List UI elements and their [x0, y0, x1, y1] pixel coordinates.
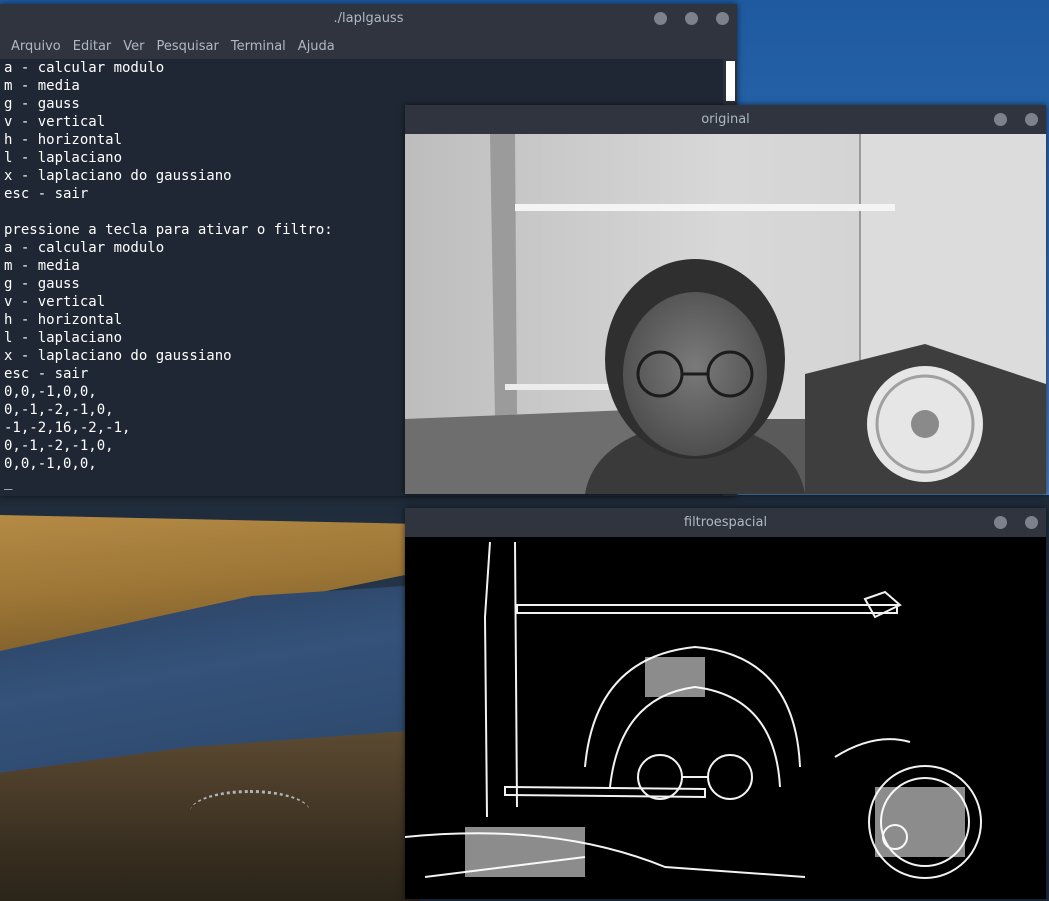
menu-ver[interactable]: Ver: [117, 39, 150, 54]
menu-pesquisar[interactable]: Pesquisar: [151, 39, 225, 54]
wallpaper-foam: [190, 790, 310, 833]
terminal-menubar: Arquivo Editar Ver Pesquisar Terminal Aj…: [0, 33, 737, 59]
close-icon[interactable]: [1025, 113, 1038, 126]
menu-arquivo[interactable]: Arquivo: [5, 39, 67, 54]
close-icon[interactable]: [716, 12, 729, 25]
maximize-icon[interactable]: [685, 12, 698, 25]
menu-ajuda[interactable]: Ajuda: [292, 39, 341, 54]
grayscale-webcam-frame: [405, 134, 1046, 494]
terminal-line: a - calcular modulo: [4, 60, 165, 76]
terminal-title: ./laplgauss: [333, 11, 404, 26]
filtered-edge-image: [405, 537, 1046, 899]
close-icon[interactable]: [1025, 516, 1038, 529]
original-titlebar[interactable]: original: [405, 105, 1046, 134]
minimize-icon[interactable]: [994, 113, 1007, 126]
menu-editar[interactable]: Editar: [67, 39, 118, 54]
original-window[interactable]: original: [405, 105, 1046, 494]
minimize-icon[interactable]: [994, 516, 1007, 529]
filtroespacial-window[interactable]: filtroespacial: [405, 508, 1046, 899]
scrollbar-thumb[interactable]: [726, 61, 735, 101]
filtro-title: filtroespacial: [683, 515, 768, 530]
minimize-icon[interactable]: [654, 12, 667, 25]
terminal-line: m - media: [4, 78, 80, 94]
filtro-titlebar[interactable]: filtroespacial: [405, 508, 1046, 537]
original-title: original: [701, 112, 750, 127]
terminal-titlebar[interactable]: ./laplgauss: [0, 4, 737, 33]
original-camera-image: [405, 134, 1046, 494]
menu-terminal[interactable]: Terminal: [225, 39, 292, 54]
laplacian-edge-frame: [405, 537, 1046, 899]
